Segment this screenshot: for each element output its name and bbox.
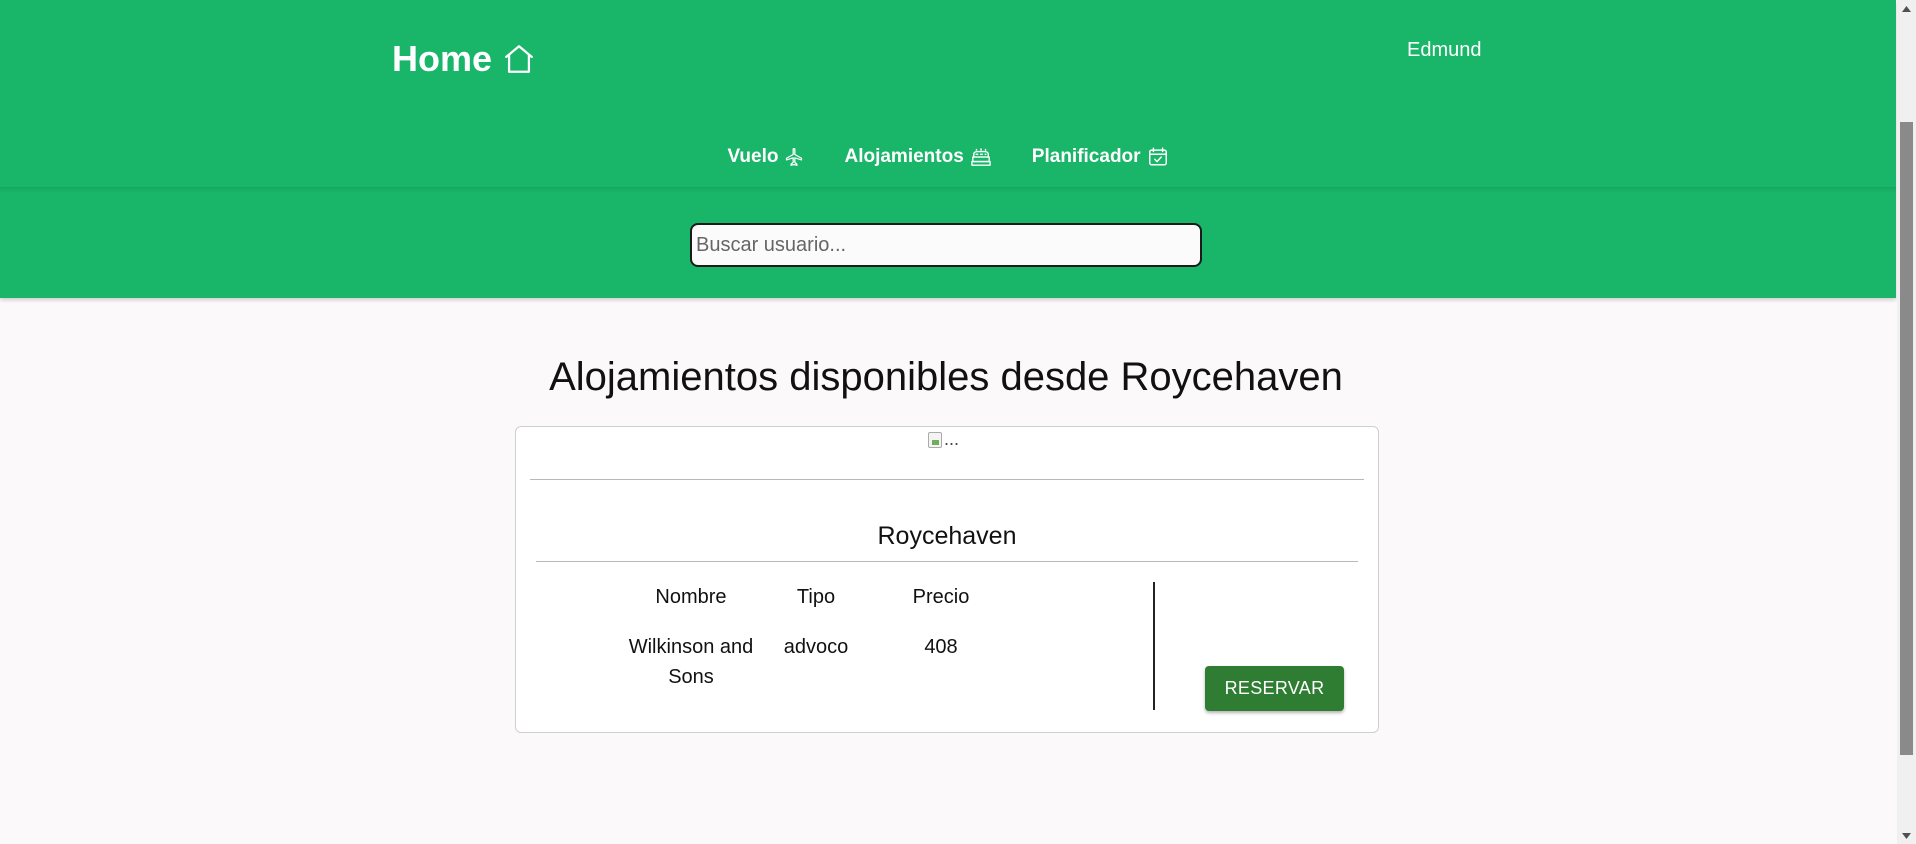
nav-item-label: Planificador <box>1031 146 1141 167</box>
vertical-scrollbar[interactable] <box>1897 0 1916 844</box>
user-name[interactable]: Edmund <box>1407 39 1482 62</box>
airplane-icon <box>784 147 804 167</box>
nav-item-alojamientos[interactable]: Alojamientos <box>844 146 991 168</box>
nav-item-label: Vuelo <box>727 146 779 167</box>
page-title: Alojamientos disponibles desde Roycehave… <box>549 355 1343 399</box>
table-row: Wilkinson and Sons advoco 408 <box>616 632 1016 692</box>
nav-divider <box>0 187 1896 193</box>
card-divider <box>536 561 1358 562</box>
reserve-button[interactable]: RESERVAR <box>1205 666 1344 711</box>
nav-item-label: Alojamientos <box>844 146 964 167</box>
home-icon <box>501 42 537 76</box>
vertical-divider <box>1153 582 1155 710</box>
top-header: Home Edmund Vuelo Alojamientos Planifica… <box>0 0 1896 298</box>
lodging-table: Nombre Tipo Precio Wilkinson and Sons ad… <box>616 582 1016 692</box>
broken-image-icon <box>928 431 942 448</box>
lodging-type: advoco <box>783 636 849 658</box>
lodging-name: Wilkinson and Sons <box>628 636 754 688</box>
scrollbar-thumb[interactable] <box>1900 122 1913 755</box>
lodging-card: ... Roycehaven Nombre Tipo Precio Wilkin… <box>515 426 1379 733</box>
column-header-nombre: Nombre <box>655 586 727 608</box>
nav-item-vuelo[interactable]: Vuelo <box>727 146 804 168</box>
page: Home Edmund Vuelo Alojamientos Planifica… <box>0 0 1896 844</box>
card-divider <box>530 479 1364 480</box>
hotel-icon <box>970 147 992 167</box>
scroll-up-arrow-icon[interactable] <box>1897 0 1916 17</box>
calendar-check-icon <box>1147 146 1169 168</box>
card-city: Roycehaven <box>877 522 1017 550</box>
main-nav: Vuelo Alojamientos Planificador <box>0 146 1896 168</box>
column-header-precio: Precio <box>912 586 970 608</box>
brand-label: Home <box>392 38 493 79</box>
home-link[interactable]: Home <box>392 38 537 80</box>
nav-item-planificador[interactable]: Planificador <box>1032 146 1169 168</box>
lodging-price: 408 <box>924 636 958 658</box>
column-header-tipo: Tipo <box>796 586 836 608</box>
search-user-input[interactable] <box>690 223 1202 267</box>
scroll-down-arrow-icon[interactable] <box>1897 827 1916 844</box>
card-image-alt: ... <box>944 429 960 449</box>
card-image: ... <box>928 429 959 450</box>
table-header-row: Nombre Tipo Precio <box>616 582 1016 632</box>
